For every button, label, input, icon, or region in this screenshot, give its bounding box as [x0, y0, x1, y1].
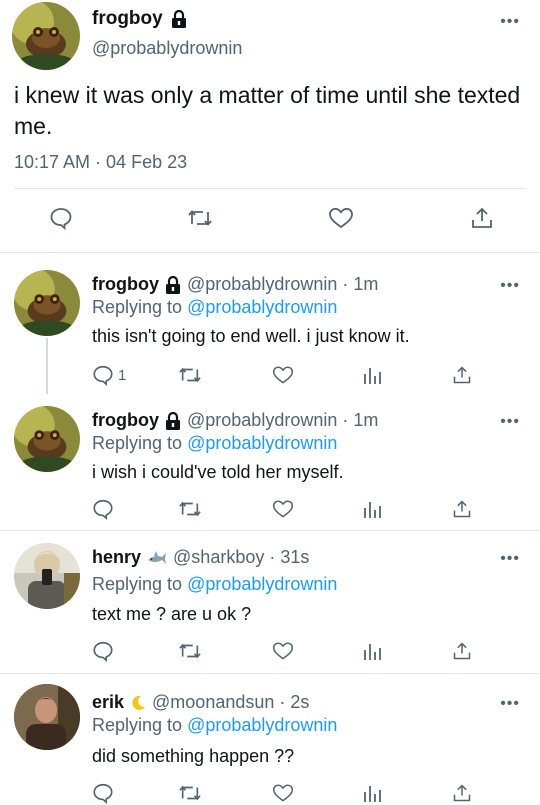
- share-icon[interactable]: [452, 640, 472, 662]
- tweet-text: i wish i could've told her myself.: [92, 462, 344, 482]
- analytics-icon[interactable]: [362, 782, 382, 804]
- main-tweet: frogboy @probablydrownin ••• i knew it w…: [0, 0, 540, 252]
- retweet-icon[interactable]: [178, 782, 202, 804]
- replying-to: Replying to @probablydrownin: [92, 574, 337, 595]
- reply-icon[interactable]: [92, 498, 114, 520]
- replying-to-link[interactable]: @probablydrownin: [187, 715, 337, 735]
- lock-icon: [165, 275, 181, 294]
- reply-tweet[interactable]: frogboy @probablydrownin · 1m ••• Replyi…: [0, 252, 540, 394]
- share-icon[interactable]: [452, 782, 472, 804]
- more-options-icon[interactable]: •••: [500, 278, 520, 294]
- reply-icon[interactable]: [92, 640, 114, 662]
- share-icon[interactable]: [452, 364, 472, 386]
- reply-count: 1: [118, 367, 127, 384]
- handle[interactable]: @probablydrownin · 1m: [187, 274, 378, 295]
- more-options-icon[interactable]: •••: [500, 14, 520, 30]
- handle[interactable]: @moonandsun · 2s: [152, 692, 309, 713]
- lock-icon: [165, 411, 181, 430]
- analytics-icon[interactable]: [362, 640, 382, 662]
- handle[interactable]: @probablydrownin: [92, 38, 242, 59]
- replying-to-link[interactable]: @probablydrownin: [187, 574, 337, 594]
- avatar[interactable]: [14, 684, 80, 750]
- more-options-icon[interactable]: •••: [500, 414, 520, 430]
- retweet-icon[interactable]: [178, 364, 202, 386]
- replying-to: Replying to @probablydrownin: [92, 433, 337, 454]
- reply-tweet[interactable]: erik @moonandsun · 2s ••• Replying to @p…: [0, 674, 540, 805]
- handle[interactable]: @sharkboy · 31s: [173, 547, 309, 568]
- reply-icon[interactable]: [92, 782, 114, 804]
- share-icon[interactable]: [452, 498, 472, 520]
- display-name[interactable]: frogboy: [92, 8, 187, 30]
- display-name[interactable]: frogboy: [92, 410, 159, 431]
- more-options-icon[interactable]: •••: [500, 551, 520, 567]
- timestamp[interactable]: 10:17 AM · 04 Feb 23: [14, 152, 187, 173]
- replying-to-label: Replying to: [92, 574, 183, 594]
- like-icon[interactable]: [272, 498, 294, 520]
- reply-tweet[interactable]: frogboy @probablydrownin · 1m ••• Replyi…: [0, 394, 540, 530]
- like-icon[interactable]: [272, 640, 294, 662]
- replying-to: Replying to @probablydrownin: [92, 715, 337, 736]
- reply-header: frogboy @probablydrownin · 1m: [92, 274, 378, 295]
- replying-to: Replying to @probablydrownin: [92, 297, 337, 318]
- replying-to-link[interactable]: @probablydrownin: [187, 433, 337, 453]
- like-icon[interactable]: [272, 782, 294, 804]
- replying-to-link[interactable]: @probablydrownin: [187, 297, 337, 317]
- reply-header: frogboy @probablydrownin · 1m: [92, 410, 378, 431]
- tweet-text: text me ? are u ok ?: [92, 604, 252, 624]
- shark-emoji: [147, 550, 167, 566]
- lock-icon: [171, 10, 187, 28]
- divider: [14, 188, 526, 189]
- analytics-icon[interactable]: [362, 364, 382, 386]
- retweet-icon[interactable]: [187, 206, 213, 230]
- tweet-actions: [0, 200, 540, 244]
- avatar[interactable]: [12, 2, 80, 70]
- reply-icon[interactable]: [92, 364, 114, 386]
- replying-to-label: Replying to: [92, 715, 183, 735]
- reply-tweet[interactable]: henry @sharkboy · 31s ••• Replying to @p…: [0, 531, 540, 673]
- replying-to-label: Replying to: [92, 297, 183, 317]
- tweet-text: did something happen ??: [92, 746, 295, 766]
- avatar[interactable]: [14, 406, 80, 472]
- display-name[interactable]: erik: [92, 692, 124, 713]
- like-icon[interactable]: [272, 364, 294, 386]
- display-name[interactable]: frogboy: [92, 274, 159, 295]
- display-name-text: frogboy: [92, 8, 163, 29]
- crescent-moon-emoji: [130, 695, 146, 711]
- reply-header: erik @moonandsun · 2s: [92, 692, 309, 713]
- tweet-text: this isn't going to end well. i just kno…: [92, 326, 410, 346]
- more-options-icon[interactable]: •••: [500, 696, 520, 712]
- replying-to-label: Replying to: [92, 433, 183, 453]
- avatar[interactable]: [14, 543, 80, 609]
- reply-icon[interactable]: [49, 206, 73, 230]
- thread-line: [46, 338, 48, 394]
- analytics-icon[interactable]: [362, 498, 382, 520]
- retweet-icon[interactable]: [178, 640, 202, 662]
- display-name[interactable]: henry: [92, 547, 141, 568]
- retweet-icon[interactable]: [178, 498, 202, 520]
- handle[interactable]: @probablydrownin · 1m: [187, 410, 378, 431]
- avatar[interactable]: [14, 270, 80, 336]
- tweet-text: i knew it was only a matter of time unti…: [14, 82, 521, 139]
- reply-header: henry @sharkboy · 31s: [92, 547, 309, 568]
- share-icon[interactable]: [470, 206, 494, 230]
- like-icon[interactable]: [328, 206, 354, 230]
